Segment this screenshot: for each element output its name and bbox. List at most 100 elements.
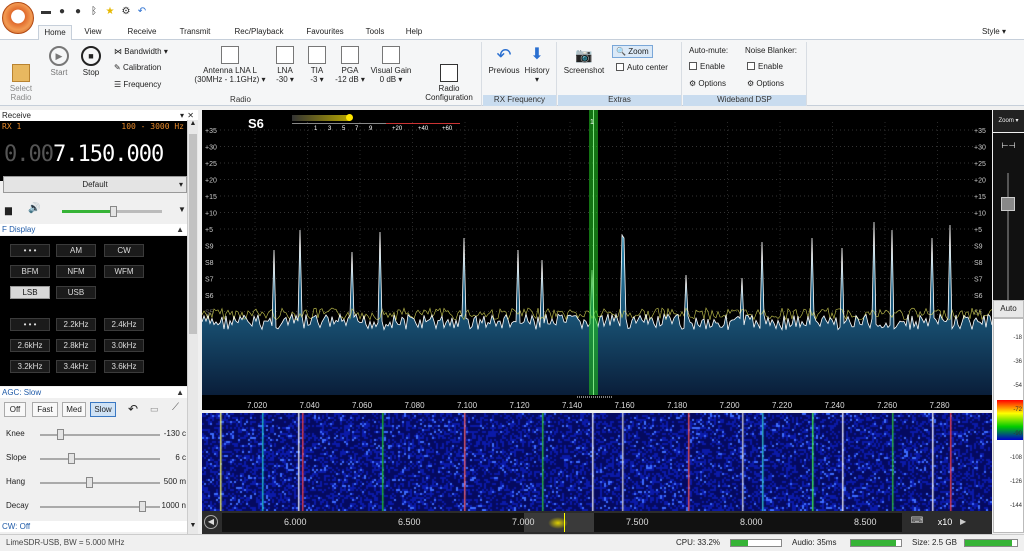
auto-mute-options-button[interactable]: ⚙ Options: [689, 79, 726, 88]
calibration-button[interactable]: ✎ Calibration: [114, 63, 161, 72]
volume-thumb[interactable]: [110, 206, 117, 217]
filter-2-8khz-button[interactable]: 2.8kHz: [56, 339, 96, 352]
waterfall-display[interactable]: [202, 413, 992, 511]
folder-open-icon[interactable]: ▬: [40, 6, 52, 18]
waterfall-canvas[interactable]: [202, 413, 992, 511]
mode-nfm-button[interactable]: NFM: [56, 265, 96, 278]
stop-button[interactable]: ■ Stop: [78, 46, 104, 77]
previous-button[interactable]: ↶ Previous: [487, 46, 521, 75]
collapse-icon[interactable]: ▲: [176, 387, 184, 398]
agc-knee-slider[interactable]: [40, 429, 160, 440]
agc-knee-thumb[interactable]: [56, 429, 64, 440]
star-icon[interactable]: ★: [104, 6, 116, 18]
bluetooth-icon[interactable]: ᛒ: [88, 6, 100, 18]
speaker-icon[interactable]: 🔊: [28, 203, 40, 214]
expand-icon[interactable]: ▼: [178, 205, 186, 214]
filter-2-2khz-button[interactable]: 2.2kHz: [56, 318, 96, 331]
filter-3-2khz-button[interactable]: 3.2kHz: [10, 360, 50, 373]
left-panel-scrollbar[interactable]: ▲ ▼: [187, 120, 198, 534]
tab-home[interactable]: Home: [38, 25, 72, 40]
tab-rec-playback[interactable]: Rec/Playback: [228, 25, 290, 40]
preset-select[interactable]: Default ▾: [3, 176, 187, 193]
mode-wfm-button[interactable]: WFM: [104, 265, 144, 278]
tia-select[interactable]: TIA -3 ▾: [304, 46, 330, 84]
graph-icon[interactable]: ⟋: [172, 402, 179, 413]
agc-hang-thumb[interactable]: [86, 477, 94, 488]
tab-view[interactable]: View: [78, 25, 108, 40]
visual-gain-select[interactable]: Visual Gain 0 dB ▾: [368, 46, 414, 84]
start-button[interactable]: ▶ Start: [46, 46, 72, 77]
zoom-select[interactable]: Zoom ▾: [993, 110, 1024, 132]
style-menu[interactable]: Style ▾: [982, 27, 1006, 36]
scroll-left-icon[interactable]: ◀: [204, 515, 218, 529]
mode-usb-button[interactable]: USB: [56, 286, 96, 299]
tab-tools[interactable]: Tools: [360, 25, 390, 40]
auto-center-checkbox[interactable]: Auto center: [616, 63, 668, 72]
agc-header[interactable]: AGC: Slow ▲: [0, 387, 187, 398]
agc-decay-slider[interactable]: [40, 501, 160, 512]
if-display-header[interactable]: F Display ▲: [0, 224, 187, 235]
collapse-icon[interactable]: ▲: [176, 224, 184, 235]
auto-mute-enable-checkbox[interactable]: Enable: [689, 62, 725, 71]
undo-icon[interactable]: ↶: [136, 6, 148, 18]
pga-select[interactable]: PGA -12 dB ▾: [334, 46, 366, 84]
frequency-display[interactable]: RX 1 100 - 3000 Hz 0.007.150.000: [0, 121, 187, 181]
size-meter-fill: [965, 540, 1012, 546]
tab-transmit[interactable]: Transmit: [172, 25, 218, 40]
filter-3-4khz-button[interactable]: 3.4kHz: [56, 360, 96, 373]
agc-slope-slider[interactable]: [40, 453, 160, 464]
spectrum-display[interactable]: +35 +35 +30 +30 +25 +25 +20 +20 +15 +15 +10 +10 +5 +5…: [202, 110, 992, 410]
cw-header[interactable]: CW: Off: [0, 521, 187, 532]
undo-icon[interactable]: ↶: [128, 402, 138, 416]
filter-3-0khz-button[interactable]: 3.0kHz: [104, 339, 144, 352]
frequency-button[interactable]: ☰ Frequency: [114, 80, 161, 89]
stop-icon[interactable]: ●: [72, 6, 84, 18]
scroll-up-icon[interactable]: ▲: [189, 120, 197, 132]
agc-med-button[interactable]: Med: [62, 402, 86, 417]
tab-favourites[interactable]: Favourites: [300, 25, 350, 40]
settings-icon[interactable]: ⚙: [120, 6, 132, 18]
filter-3-6khz-button[interactable]: 3.6kHz: [104, 360, 144, 373]
keyboard-icon[interactable]: ⌨: [908, 515, 926, 529]
filter-2-4khz-button[interactable]: 2.4kHz: [104, 318, 144, 331]
agc-slow-button[interactable]: Slow: [90, 402, 116, 417]
zoom-factor[interactable]: x10: [932, 515, 958, 529]
auto-level-button[interactable]: Auto: [993, 300, 1024, 318]
agc-hang-slider[interactable]: [40, 477, 160, 488]
spectrum-plot[interactable]: +35 +35 +30 +30 +25 +25 +20 +20 +15 +15 +10 +10 +5 +5…: [202, 110, 992, 410]
scroll-thumb[interactable]: [189, 134, 197, 334]
contrast-scale[interactable]: -18 -36 -54 -72 -90 -108 -126 -144: [993, 318, 1024, 533]
zoom-button[interactable]: 🔍 Zoom: [612, 45, 653, 58]
agc-decay-thumb[interactable]: [139, 501, 146, 512]
filter-2-6khz-button[interactable]: 2.6kHz: [10, 339, 50, 352]
noise-blanker-enable-checkbox[interactable]: Enable: [747, 62, 783, 71]
mode-more-button[interactable]: • • •: [10, 244, 50, 257]
antenna-select[interactable]: Antenna LNA L (30MHz - 1.1GHz) ▾: [192, 46, 268, 84]
volume-slider[interactable]: [62, 206, 162, 217]
history-button[interactable]: ⬇ History ▾: [521, 46, 553, 84]
mode-cw-button[interactable]: CW: [104, 244, 144, 257]
pin-icon[interactable]: ▾: [180, 110, 184, 121]
mode-am-button[interactable]: AM: [56, 244, 96, 257]
zoom-thumb[interactable]: [1001, 197, 1015, 211]
agc-fast-button[interactable]: Fast: [32, 402, 58, 417]
agc-off-button[interactable]: Off: [4, 402, 26, 417]
play-icon[interactable]: ●: [56, 6, 68, 18]
noise-blanker-options-button[interactable]: ⚙ Options: [747, 79, 784, 88]
filter-more-button[interactable]: • • •: [10, 318, 50, 331]
frequency-scale-bar[interactable]: ◀ 6.000 6.500 7.000 7.500 8.000 8.500 ⌨ x10 ▶: [202, 511, 992, 534]
bandwidth-button[interactable]: ⋈ Bandwidth ▾: [114, 47, 168, 56]
agc-slope-thumb[interactable]: [67, 453, 75, 464]
wideband-overview[interactable]: 6.000 6.500 7.000 7.500 8.000 8.500: [222, 513, 902, 532]
zoom-slider[interactable]: ⊢⊣: [993, 133, 1024, 318]
scroll-right-icon[interactable]: ▶: [960, 515, 972, 529]
mode-lsb-button[interactable]: LSB: [10, 286, 50, 299]
scroll-down-icon[interactable]: ▼: [189, 522, 197, 534]
mode-bfm-button[interactable]: BFM: [10, 265, 50, 278]
tab-help[interactable]: Help: [400, 25, 428, 40]
screenshot-button[interactable]: 📷 Screenshot: [562, 46, 606, 75]
app-menu-icon[interactable]: [2, 2, 34, 34]
tab-receive[interactable]: Receive: [122, 25, 162, 40]
lna-select[interactable]: LNA -30 ▾: [272, 46, 298, 84]
preview-icon[interactable]: ▭: [150, 404, 159, 415]
